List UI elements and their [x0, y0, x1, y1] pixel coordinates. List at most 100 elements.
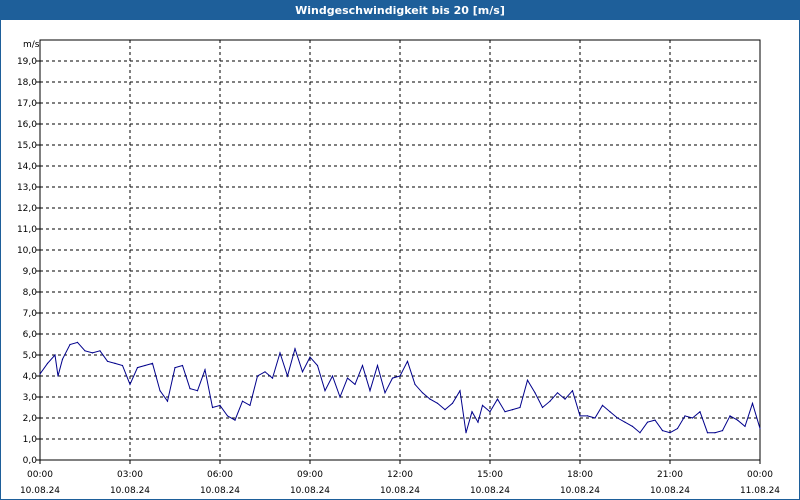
data-point: [136, 367, 139, 369]
y-axis-unit-label: m/s: [23, 40, 40, 50]
data-point: [361, 364, 364, 367]
data-point: [736, 419, 739, 421]
data-point: [534, 392, 536, 394]
data-point: [549, 400, 551, 402]
data-point: [391, 377, 394, 379]
data-point: [376, 364, 379, 367]
x-tick-time-label: 21:00: [657, 470, 683, 480]
y-axis: 0,0 1,0 2,0 3,0 4,0 5,0 6,0 7,0 8,0 9,0 10,0 11,0 12…: [17, 57, 40, 466]
data-point: [691, 417, 694, 419]
data-point: [616, 417, 619, 419]
data-point: [339, 396, 341, 398]
data-point: [91, 352, 94, 354]
y-tick-label: 14,0: [17, 162, 37, 172]
data-point: [744, 425, 746, 427]
data-point: [579, 415, 581, 417]
x-tick-time-label: 15:00: [477, 470, 503, 480]
data-point: [601, 404, 604, 406]
data-point: [354, 383, 356, 385]
y-tick-label: 12,0: [17, 204, 37, 214]
data-point: [226, 415, 229, 417]
data-point: [99, 350, 101, 352]
data-point: [477, 421, 479, 423]
y-tick-label: 5,0: [23, 351, 38, 361]
data-point: [331, 375, 334, 377]
y-tick-label: 16,0: [17, 120, 37, 130]
data-point: [429, 398, 431, 400]
data-point: [219, 404, 221, 406]
y-tick-label: 8,0: [23, 288, 38, 298]
x-tick-time-label: 12:00: [387, 470, 413, 480]
data-point: [609, 411, 611, 413]
x-tick-date-label: 10.08.24: [560, 486, 600, 496]
data-point: [594, 417, 596, 419]
data-point: [714, 432, 716, 434]
x-tick-time-label: 09:00: [297, 470, 323, 480]
data-point: [646, 421, 649, 423]
data-point: [151, 362, 154, 364]
data-point: [106, 360, 109, 362]
data-point: [639, 432, 641, 434]
data-point: [234, 419, 236, 421]
data-point: [241, 400, 244, 402]
data-point: [46, 362, 49, 364]
data-point: [571, 390, 574, 392]
data-point: [504, 411, 506, 413]
y-tick-label: 13,0: [17, 183, 37, 193]
data-point: [189, 388, 191, 390]
data-point: [759, 427, 761, 430]
data-point: [676, 427, 679, 430]
data-point: [631, 425, 634, 427]
data-point: [301, 371, 304, 373]
x-tick-date-label: 10.08.24: [470, 486, 510, 496]
data-point: [384, 392, 386, 394]
data-point: [159, 390, 161, 392]
data-point: [264, 371, 266, 373]
x-tick-date-label: 10.08.24: [20, 486, 60, 496]
y-tick-label: 17,0: [17, 99, 37, 109]
data-point: [496, 398, 499, 400]
data-point: [211, 406, 214, 409]
data-point: [564, 398, 566, 400]
data-point: [69, 343, 71, 346]
data-point: [706, 432, 709, 434]
x-tick-date-label: 10.08.24: [650, 486, 690, 496]
x-tick-time-label: 06:00: [207, 470, 233, 480]
data-point: [39, 373, 41, 375]
y-tick-label: 3,0: [23, 393, 38, 403]
data-point: [526, 379, 529, 381]
data-point: [444, 409, 446, 411]
data-point: [204, 369, 206, 371]
data-point: [406, 360, 409, 362]
grid: [40, 40, 760, 460]
y-tick-label: 10,0: [17, 246, 37, 256]
y-tick-label: 2,0: [23, 414, 38, 424]
data-point: [451, 402, 454, 404]
y-tick-label: 1,0: [23, 435, 38, 445]
y-tick-label: 6,0: [23, 330, 38, 340]
data-point: [316, 364, 319, 367]
data-point: [174, 367, 176, 369]
y-tick-label: 9,0: [23, 267, 38, 277]
data-point: [279, 352, 281, 354]
data-point: [309, 356, 311, 358]
data-point: [369, 390, 371, 392]
data-point: [751, 402, 754, 404]
data-point: [399, 375, 401, 377]
data-point: [586, 415, 589, 417]
x-tick-time-label: 03:00: [117, 470, 143, 480]
data-point: [324, 390, 326, 392]
data-point: [76, 341, 79, 343]
data-point: [57, 375, 59, 377]
data-point: [346, 377, 349, 379]
data-point: [481, 404, 484, 406]
data-point: [471, 411, 473, 413]
data-point: [421, 392, 424, 394]
data-point: [121, 364, 124, 367]
data-point: [271, 377, 274, 379]
data-point: [541, 406, 544, 409]
y-tick-label: 0,0: [23, 456, 38, 466]
x-tick-time-label: 00:00: [747, 470, 773, 480]
data-point: [256, 375, 259, 377]
x-tick-date-label: 11.08.24: [740, 486, 780, 496]
